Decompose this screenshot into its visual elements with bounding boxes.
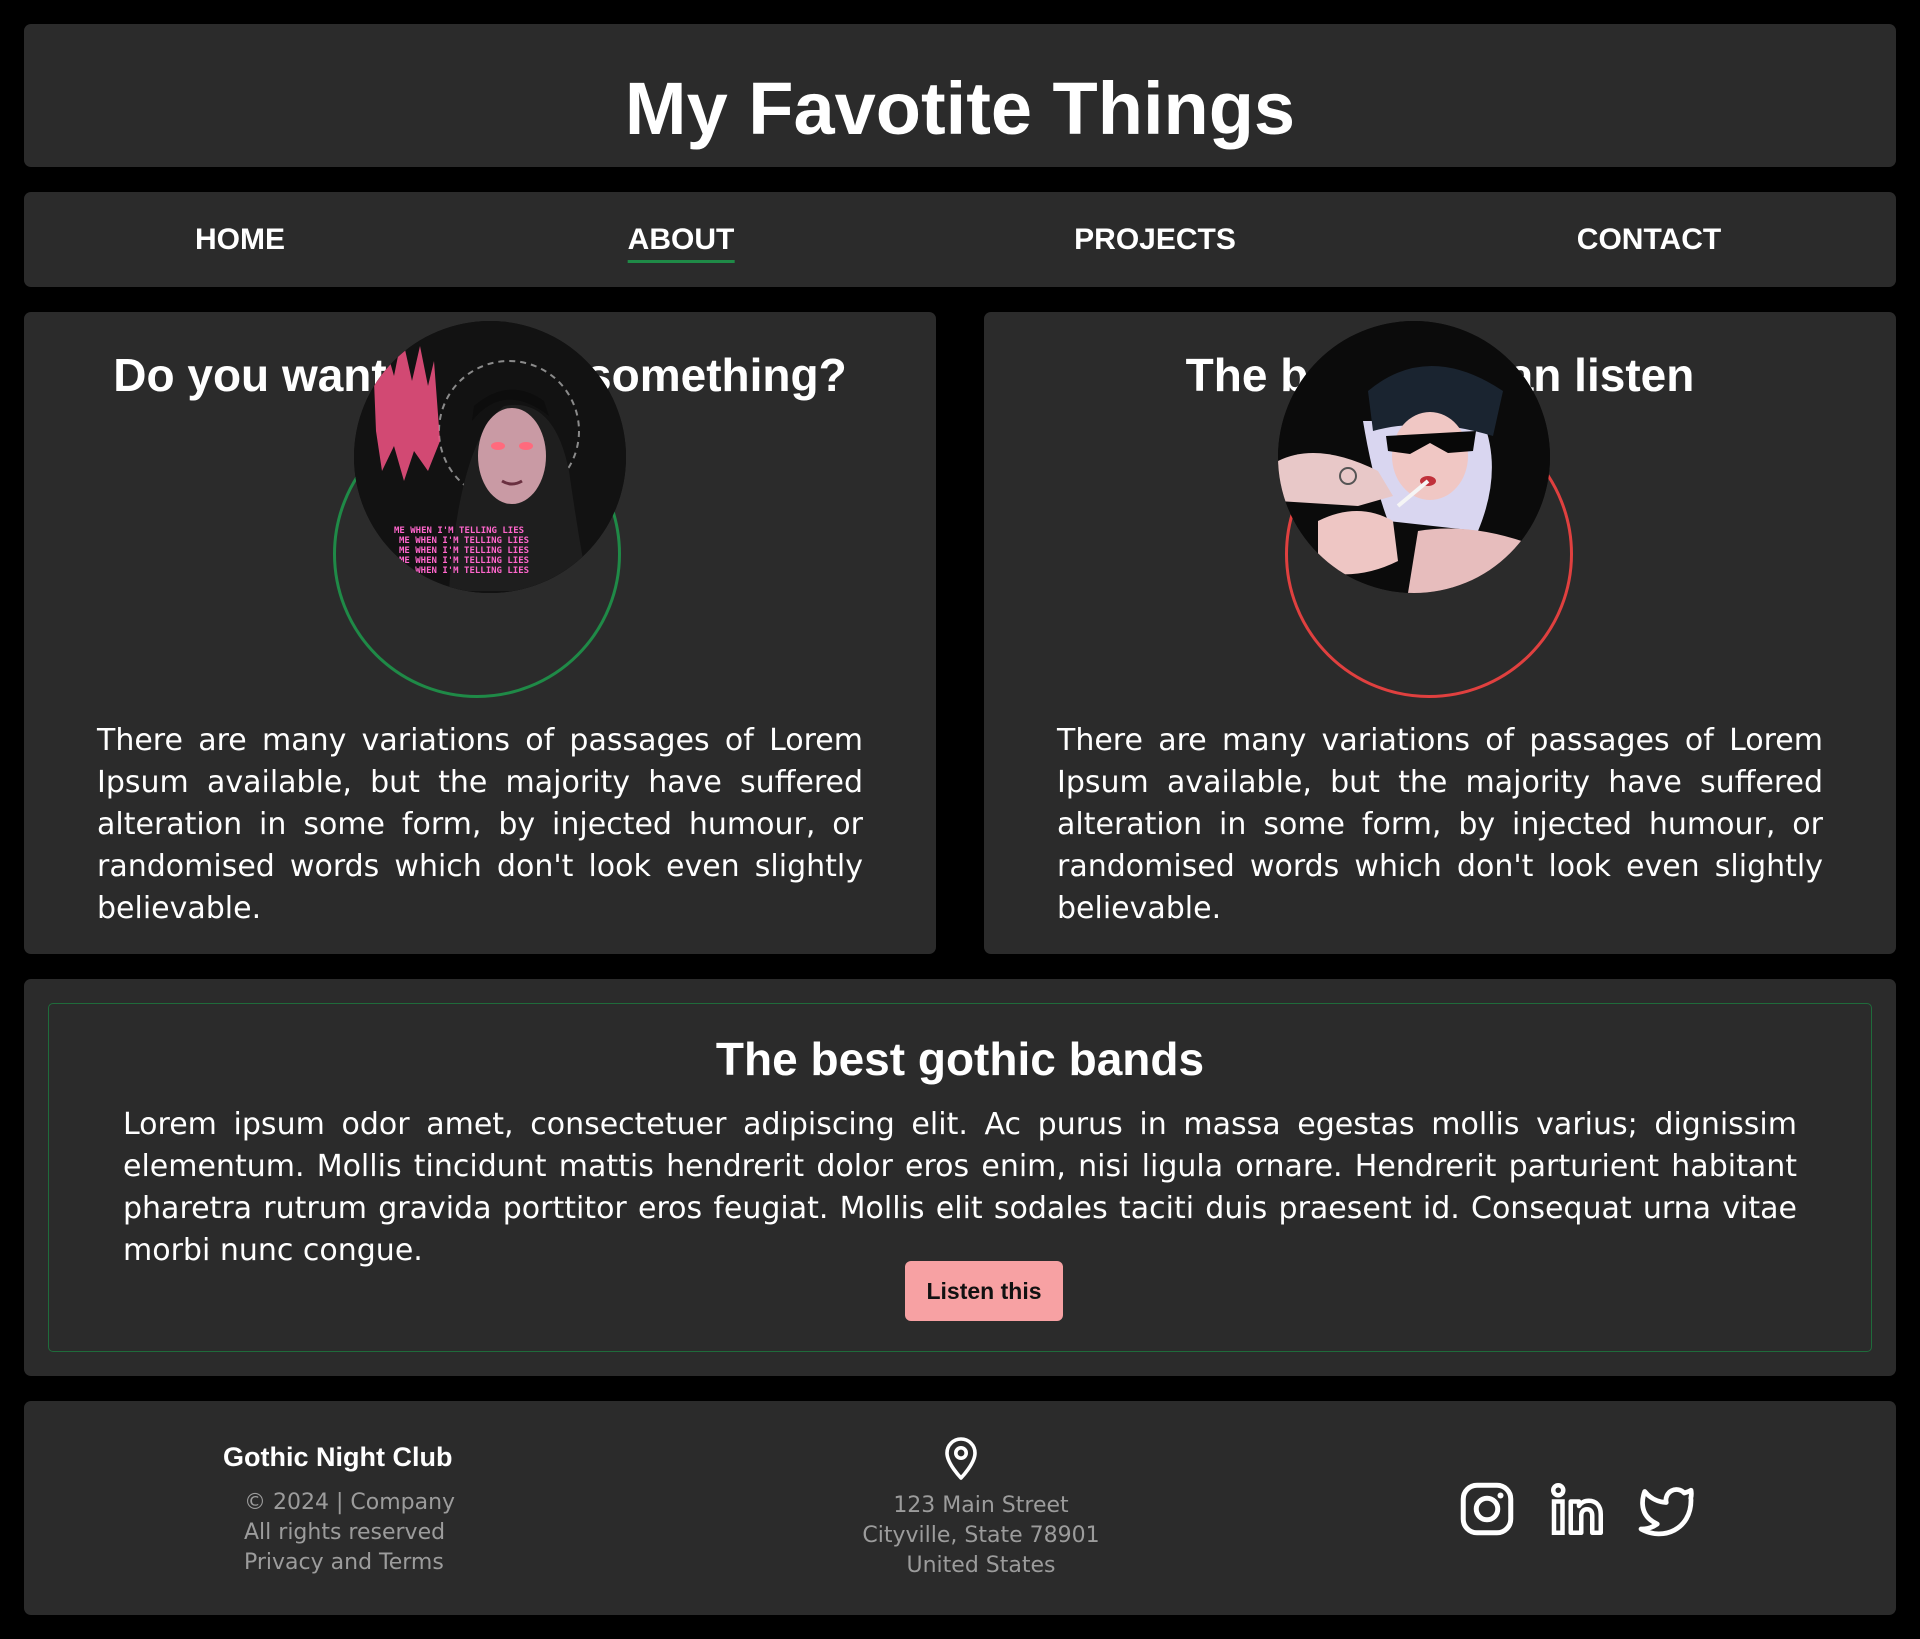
page-title: My Favotite Things — [624, 67, 1296, 150]
page-footer: Gothic Night Club © 2024 | Company All r… — [24, 1401, 1896, 1615]
bands-section: The best gothic bands Lorem ipsum odor a… — [24, 979, 1896, 1376]
caption-line: ME WHEN I'M TELLING LIES — [394, 526, 524, 536]
bands-box: The best gothic bands Lorem ipsum odor a… — [48, 1003, 1872, 1352]
map-pin-icon — [945, 1437, 977, 1480]
page-header: My Favotite Things — [24, 24, 1896, 167]
bands-title: The best gothic bands — [715, 1033, 1205, 1085]
nav-contact[interactable]: CONTACT — [1577, 222, 1721, 258]
card-best-listen: The best you can listen There are many v… — [984, 312, 1896, 954]
card-text: There are many variations of passages of… — [1057, 723, 1823, 926]
address-country: United States — [906, 1553, 1056, 1578]
card-text: There are many variations of passages of… — [97, 723, 863, 926]
bands-text: Lorem ipsum odor amet, consectetuer adip… — [123, 1107, 1797, 1268]
caption-line: ME WHEN I'M TELLING LIES — [399, 536, 529, 546]
gothic-girl-image: ME WHEN I'M TELLING LIES ME WHEN I'M TEL… — [354, 321, 626, 593]
privacy-terms-link[interactable]: Privacy and Terms — [244, 1548, 455, 1578]
footer-rights: All rights reserved — [244, 1520, 446, 1545]
address-city: Cityville, State 78901 — [862, 1523, 1100, 1548]
listen-this-button[interactable]: Listen this — [905, 1261, 1063, 1321]
footer-address: 123 Main Street Cityville, State 78901 U… — [724, 1491, 1238, 1581]
nav-projects[interactable]: PROJECTS — [1074, 222, 1236, 258]
caption-line: ME WHEN I'M TELLING LIES — [399, 556, 529, 566]
twitter-icon[interactable] — [1636, 1479, 1696, 1539]
card-know-something: Do you want to know something? ME WHEN I… — [24, 312, 936, 954]
footer-brand: Gothic Night Club — [223, 1442, 453, 1472]
nav-home[interactable]: HOME — [195, 222, 285, 258]
main-nav: HOME ABOUT PROJECTS CONTACT — [24, 192, 1896, 287]
caption-line: ME WHEN I'M TELLING LIES — [399, 546, 529, 556]
footer-copyright: © 2024 | Company — [244, 1490, 456, 1515]
nav-about[interactable]: ABOUT — [627, 222, 735, 263]
linkedin-icon[interactable] — [1547, 1479, 1607, 1539]
address-street: 123 Main Street — [893, 1493, 1069, 1518]
smoking-girl-image — [1278, 321, 1550, 593]
album-art-illustration: ME WHEN I'M TELLING LIES ME WHEN I'M TEL… — [354, 321, 626, 593]
footer-info: © 2024 | Company All rights reserved Pri… — [244, 1488, 455, 1578]
portrait-illustration — [1278, 321, 1550, 593]
instagram-icon[interactable] — [1457, 1479, 1517, 1539]
